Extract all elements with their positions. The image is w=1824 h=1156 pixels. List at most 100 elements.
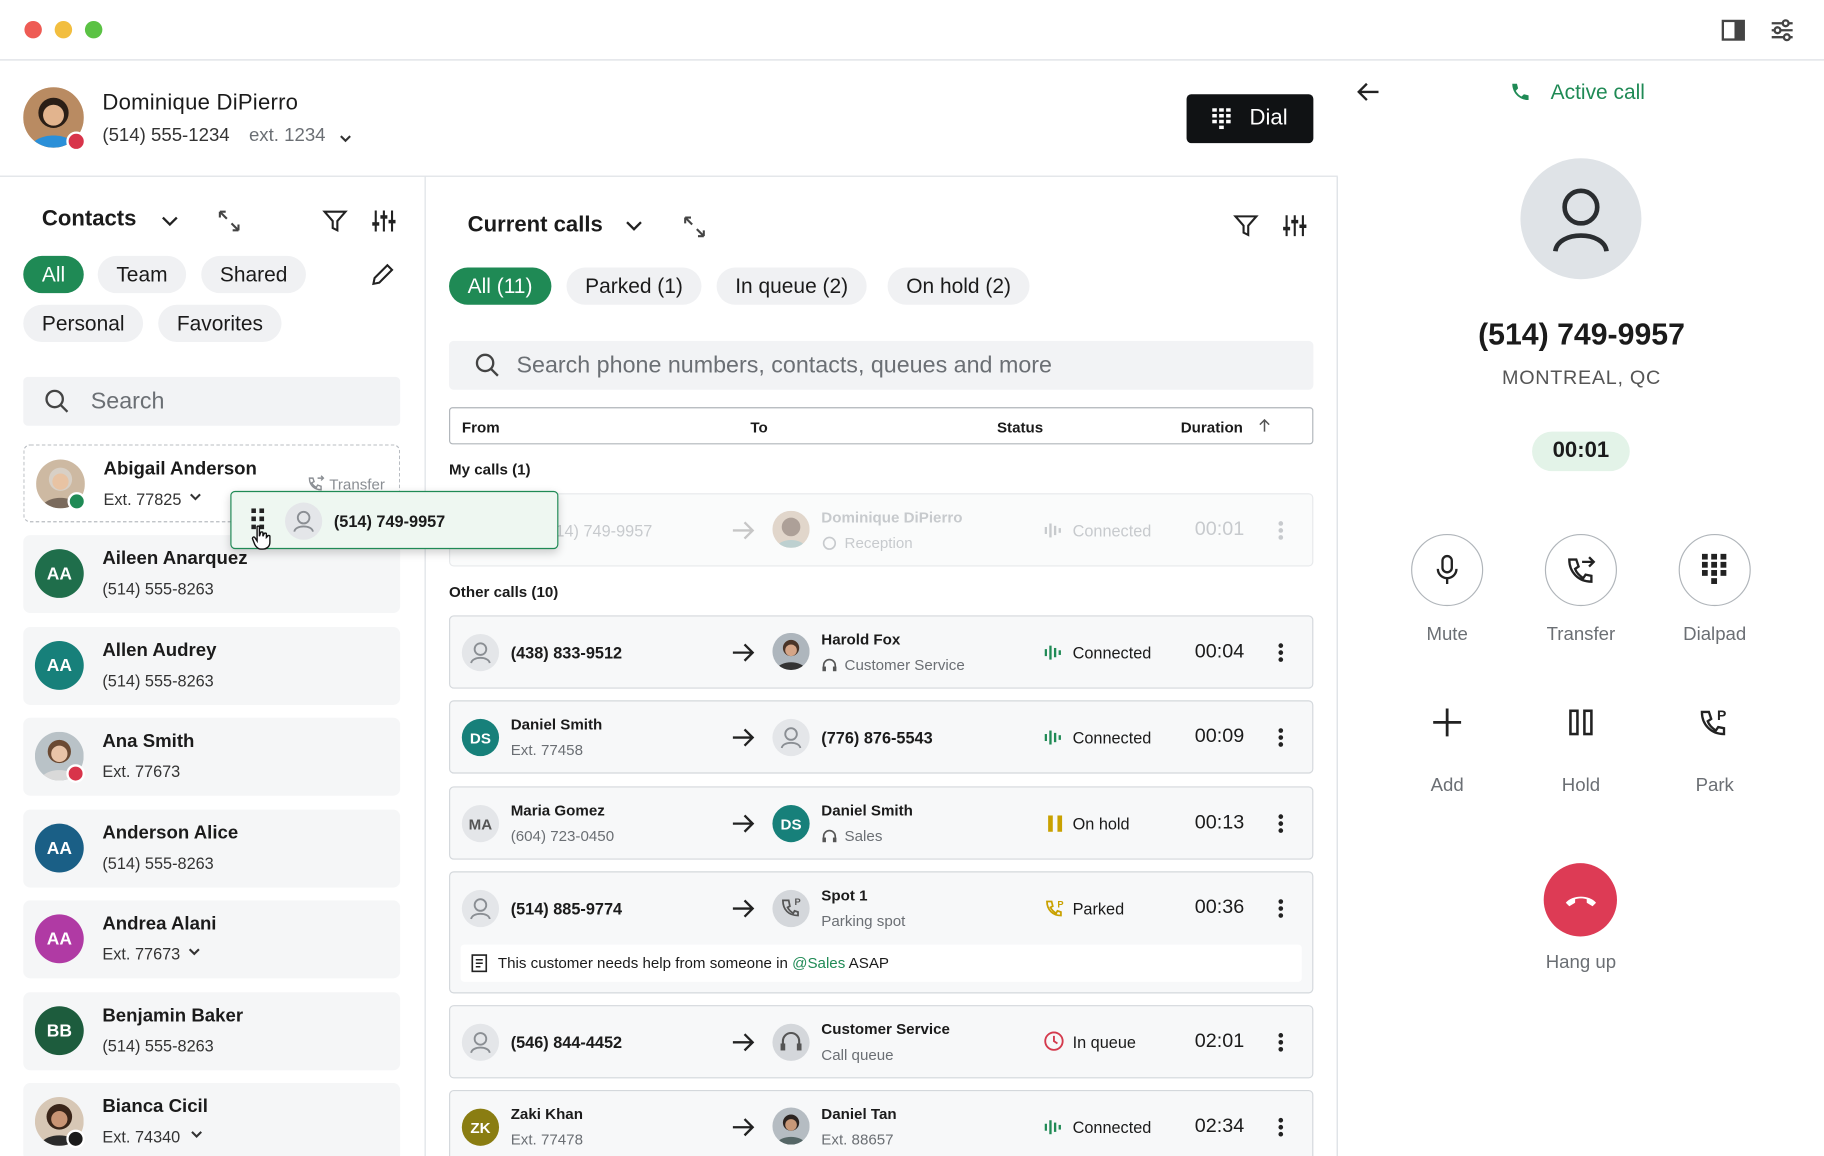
park-button[interactable]: P (1691, 699, 1738, 746)
do-not-disturb-status-icon (66, 131, 87, 152)
call-status: In queue (1072, 1033, 1136, 1052)
call-from: (438) 833-9512 (510, 643, 623, 662)
call-duration: 02:01 (1194, 1029, 1245, 1052)
settings-sliders-icon[interactable] (1768, 16, 1796, 44)
call-row[interactable]: ZK Zaki Khan Ext. 77478 Daniel Tan Ext. … (449, 1090, 1314, 1156)
column-from[interactable]: From (462, 419, 500, 436)
transfer-button[interactable] (1544, 533, 1617, 607)
park-call-icon: P (1700, 707, 1726, 736)
unknown-caller-icon (285, 502, 323, 540)
contact-name: Anderson Alice (102, 823, 239, 844)
calls-filter-all[interactable]: All (11) (449, 267, 552, 305)
column-duration[interactable]: Duration (1181, 419, 1243, 436)
plus-icon (1433, 708, 1462, 737)
contact-card[interactable]: AA Anderson Alice (514) 555-8263 (23, 809, 401, 888)
note-text: This customer needs help from someone in (497, 953, 793, 972)
user-extension: ext. 1234 (248, 125, 326, 146)
maximize-window-button[interactable] (84, 20, 103, 39)
contact-name: Benjamin Baker (102, 1006, 244, 1027)
close-window-button[interactable] (24, 20, 42, 39)
call-status: Connected (1072, 643, 1152, 662)
more-options-icon[interactable] (1277, 727, 1284, 748)
dialpad-button[interactable] (1678, 533, 1751, 607)
hand-cursor-icon (251, 525, 271, 550)
chevron-down-icon[interactable] (620, 212, 648, 240)
call-duration: 00:36 (1194, 895, 1245, 918)
chevron-down-icon[interactable] (187, 945, 201, 959)
column-settings-icon[interactable] (370, 207, 398, 235)
contact-card[interactable]: AA Andrea Alani Ext. 77673 (23, 900, 401, 979)
back-arrow-icon[interactable] (1355, 80, 1381, 103)
more-options-icon[interactable] (1277, 642, 1284, 663)
call-duration: 00:04 (1194, 639, 1245, 662)
mute-button[interactable] (1411, 533, 1484, 607)
my-calls-label: My calls (1) (449, 460, 531, 479)
contacts-filter-all[interactable]: All (23, 255, 84, 294)
microphone-icon (1436, 554, 1458, 584)
call-status: Connected (1072, 728, 1152, 747)
chevron-down-icon[interactable] (190, 1127, 204, 1141)
chevron-down-icon[interactable] (156, 207, 184, 235)
minimize-window-button[interactable] (54, 20, 73, 39)
note-icon (471, 954, 488, 973)
filter-icon[interactable] (1232, 212, 1260, 240)
call-row[interactable]: MA Maria Gomez (604) 723-0450 DS Daniel … (449, 786, 1314, 860)
my-call-row[interactable]: (514) 749-9957 Dominique DiPierro Recept… (449, 493, 1314, 567)
more-options-icon[interactable] (1277, 1032, 1284, 1053)
contact-detail: Ext. 77825 (103, 489, 182, 509)
contact-initials-avatar: BB (34, 1006, 84, 1056)
call-from: Daniel Smith (510, 715, 603, 733)
contact-card[interactable]: BB Benjamin Baker (514) 555-8263 (23, 992, 401, 1071)
column-to[interactable]: To (750, 419, 767, 436)
call-to: Daniel Tan (821, 1105, 897, 1123)
column-status[interactable]: Status (997, 419, 1043, 436)
drag-preview[interactable]: (514) 749-9957 (230, 490, 559, 550)
dial-button[interactable]: Dial (1186, 94, 1314, 144)
more-options-icon[interactable] (1277, 520, 1284, 541)
contacts-panel: Contacts All Team Shared Personal Favori… (0, 176, 426, 1156)
more-options-icon[interactable] (1277, 813, 1284, 834)
expand-icon[interactable] (215, 207, 243, 235)
contacts-filter-personal[interactable]: Personal (23, 304, 144, 343)
note-mention[interactable]: @Sales (792, 954, 845, 971)
calls-filter-on-hold[interactable]: On hold (2) (887, 267, 1030, 305)
unknown-callee-icon (772, 718, 810, 757)
contacts-filter-team[interactable]: Team (97, 255, 187, 294)
add-call-button[interactable] (1424, 699, 1471, 746)
more-options-icon[interactable] (1277, 898, 1284, 919)
contact-card[interactable]: Bianca Cicil Ext. 74340 (23, 1083, 401, 1156)
contacts-search-input[interactable]: Search (23, 376, 401, 426)
expand-icon[interactable] (681, 213, 709, 241)
hold-button[interactable] (1558, 699, 1605, 746)
current-calls-title: Current calls (467, 212, 603, 238)
column-settings-icon[interactable] (1281, 212, 1309, 240)
phone-icon (1512, 83, 1529, 101)
contact-card[interactable]: AA Allen Audrey (514) 555-8263 (23, 627, 401, 705)
sort-ascending-icon[interactable] (1258, 418, 1272, 433)
more-options-icon[interactable] (1277, 1117, 1284, 1138)
call-row[interactable]: (514) 885-9774 P Spot 1 Parking spot P P… (449, 871, 1314, 994)
dial-button-label: Dial (1249, 105, 1288, 131)
calls-search-input[interactable]: Search phone numbers, contacts, queues a… (449, 340, 1314, 390)
contact-initials-avatar: AA (34, 640, 84, 690)
contact-card[interactable]: Ana Smith Ext. 77673 (23, 717, 401, 796)
calls-filter-parked[interactable]: Parked (1) (566, 267, 702, 305)
chevron-down-icon[interactable] (188, 490, 202, 504)
split-panel-icon[interactable] (1719, 16, 1747, 44)
calls-filter-in-queue[interactable]: In queue (2) (716, 267, 867, 305)
hang-up-button[interactable] (1543, 863, 1617, 937)
edit-pencil-icon[interactable] (369, 261, 397, 289)
call-row[interactable]: (546) 844-4452 Customer Service Call que… (449, 1005, 1314, 1079)
contacts-filter-shared[interactable]: Shared (201, 255, 307, 294)
call-from: Maria Gomez (510, 801, 605, 819)
contact-name: Ana Smith (102, 731, 195, 752)
arrow-right-icon (732, 899, 755, 918)
call-row[interactable]: (438) 833-9512 Harold Fox Customer Servi… (449, 615, 1314, 689)
contacts-filter-favorites[interactable]: Favorites (158, 304, 282, 343)
arrow-right-icon (732, 643, 755, 662)
chevron-down-icon[interactable] (339, 131, 353, 145)
filter-icon[interactable] (321, 207, 349, 235)
call-status: Connected (1072, 1117, 1152, 1137)
call-row[interactable]: DS Daniel Smith Ext. 77458 (776) 876-554… (449, 700, 1314, 774)
do-not-disturb-status-icon (66, 764, 85, 783)
